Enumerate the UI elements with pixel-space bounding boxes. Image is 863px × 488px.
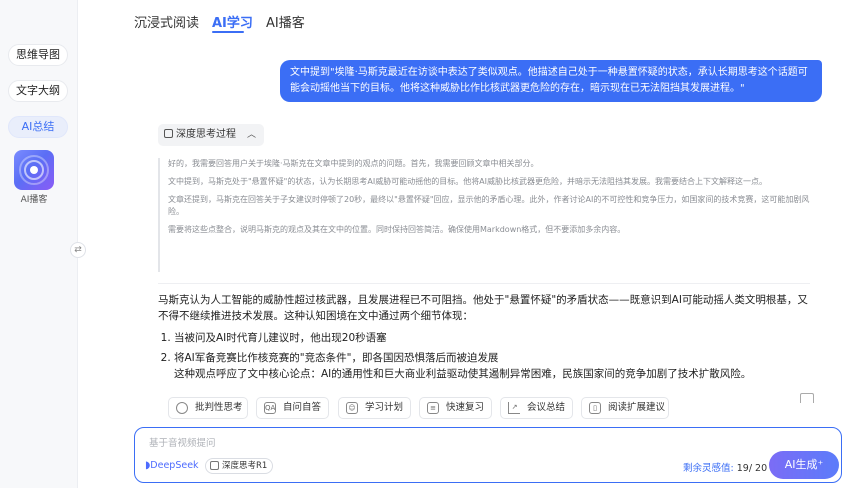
qa-icon: QA: [264, 402, 276, 414]
answer-point: 当被问及AI时代育儿建议时，他出现20秒语塞: [174, 330, 810, 346]
sidebar-item-ai-summary[interactable]: AI总结: [8, 116, 68, 138]
action-label: 快速复习: [446, 402, 485, 413]
action-meeting-summary[interactable]: ↗ 会议总结: [500, 397, 573, 419]
action-critical-thinking[interactable]: 批判性思考: [168, 397, 248, 419]
answer-divider: [158, 283, 810, 284]
action-label: 自问自答: [283, 402, 322, 413]
chart-icon: ↗: [508, 402, 520, 414]
deep-think-icon: [210, 461, 219, 470]
deep-think-r1-toggle[interactable]: 深度思考R1: [205, 458, 274, 474]
chevron-up-icon: ︿: [246, 130, 256, 140]
quota-label: 剩余灵感值:: [683, 463, 734, 474]
question-input-box: ◗DeepSeek 深度思考R1 剩余灵感值: 19/ 20 AI生成⁺: [134, 427, 842, 483]
action-self-qa[interactable]: QA 自问自答: [256, 397, 329, 419]
sidebar-item-mindmap[interactable]: 思维导图: [8, 44, 68, 66]
book-icon: ▯: [589, 402, 601, 414]
deepseek-label: DeepSeek: [150, 460, 199, 471]
action-label: 阅读扩展建议: [608, 402, 666, 413]
sidebar-item-outline[interactable]: 文字大纲: [8, 80, 68, 102]
deepseek-logo: ◗DeepSeek: [145, 460, 199, 471]
answer-point-sub: 这种观点呼应了文中核心论点：AI的通用性和巨大商业利益驱动使其遏制异常困难，民族…: [174, 368, 752, 380]
copy-icon[interactable]: [800, 393, 814, 403]
answer-intro: 马斯克认为人工智能的威胁性超过核武器，且发展进程已不可阻挡。他处于"悬置怀疑"的…: [158, 294, 808, 322]
thinking-paragraph: 文中提到，马斯克处于"悬置怀疑"的状态，认为长期思考AI威胁可能动摇他的目标。他…: [168, 177, 768, 186]
thinking-paragraph: 需要将这些点整合，说明马斯克的观点及其在文中的位置。同时保持回答简洁。确保使用M…: [168, 225, 626, 234]
plan-icon: ☺: [346, 402, 358, 414]
brain-icon: [176, 402, 188, 414]
tab-ai-learning[interactable]: AI学习: [212, 12, 253, 31]
deep-thinking-toggle[interactable]: 深度思考过程 ︿: [158, 124, 264, 146]
question-input[interactable]: [149, 436, 749, 450]
active-tab-underline: [212, 31, 244, 33]
deep-thinking-icon: [164, 129, 173, 138]
ai-generate-button[interactable]: AI生成⁺: [769, 451, 839, 479]
action-label: 会议总结: [527, 402, 566, 413]
thinking-process: 好的，我需要回答用户关于埃隆·马斯克在文章中提到的观点的问题。首先，我需要回顾文…: [158, 158, 810, 272]
thinking-paragraph: 文章还提到，马斯克在回答关于子女建议时停顿了20秒，最终以"悬置怀疑"回应，显示…: [168, 195, 810, 216]
ai-podcast-label: AI播客: [20, 195, 48, 205]
ai-answer: 马斯克认为人工智能的威胁性超过核武器，且发展进程已不可阻挡。他处于"悬置怀疑"的…: [158, 292, 810, 386]
tab-ai-podcast[interactable]: AI播客: [266, 12, 305, 31]
sidebar-collapse-icon[interactable]: ⇄: [70, 242, 86, 258]
quota-value: 19/ 20: [736, 463, 768, 474]
tab-immersive-reading[interactable]: 沉浸式阅读: [134, 12, 199, 31]
answer-point-text: 将AI军备竞赛比作核竞赛的"竞态条件"，即各国因恐惧落后而被迫发展: [174, 352, 499, 364]
thinking-paragraph: 好的，我需要回答用户关于埃隆·马斯克在文章中提到的观点的问题。首先，我需要回顾文…: [168, 159, 539, 168]
action-label: 学习计划: [365, 402, 404, 413]
action-study-plan[interactable]: ☺ 学习计划: [338, 397, 411, 419]
user-message-bubble: 文中提到"埃隆·马斯克最近在访谈中表达了类似观点。他描述自己处于一种悬置怀疑的状…: [280, 60, 822, 102]
podcast-waves-icon: [19, 155, 49, 185]
action-quick-review[interactable]: ≡ 快速复习: [419, 397, 492, 419]
inspiration-quota: 剩余灵感值: 19/ 20: [683, 460, 767, 474]
answer-list: 当被问及AI时代育儿建议时，他出现20秒语塞 将AI军备竞赛比作核竞赛的"竞态条…: [158, 330, 810, 382]
review-icon: ≡: [427, 402, 439, 414]
answer-point: 将AI军备竞赛比作核竞赛的"竞态条件"，即各国因恐惧落后而被迫发展 这种观点呼应…: [174, 350, 810, 382]
deep-thinking-label: 深度思考过程: [176, 129, 236, 140]
left-sidebar: 思维导图 文字大纲 AI总结 AI播客: [0, 0, 78, 488]
action-label: 批判性思考: [195, 402, 243, 413]
action-reading-extension[interactable]: ▯ 阅读扩展建议: [581, 397, 669, 419]
deep-think-r1-label: 深度思考R1: [222, 461, 268, 471]
ai-podcast-tile[interactable]: [14, 150, 54, 190]
answer-point-text: 当被问及AI时代育儿建议时，他出现20秒语塞: [174, 332, 387, 344]
